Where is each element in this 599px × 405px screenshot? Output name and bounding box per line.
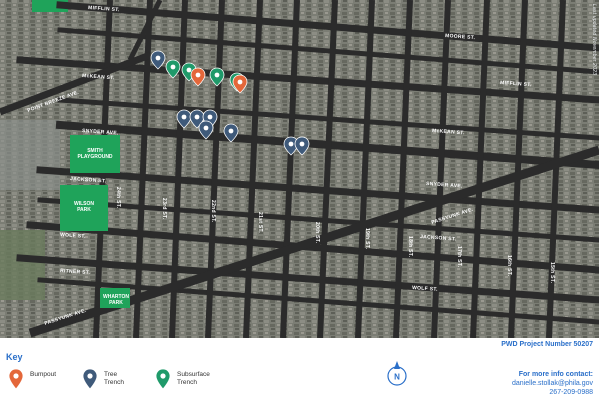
street-label: 16th ST. (506, 255, 512, 277)
street-label: 20th ST. (314, 222, 320, 244)
street-label: 21st ST. (257, 212, 263, 233)
street-label: 15th ST. (549, 262, 555, 284)
key-item-subsurface-trench: Subsurface Trench (155, 368, 210, 390)
compass-label: N (394, 373, 400, 382)
key-label-subsurface-trench: Subsurface Trench (177, 371, 210, 386)
last-updated-note: Last updated November 2023 (591, 4, 597, 76)
key-item-bumpout: Bumpout (8, 368, 56, 390)
contact-info: For more info contact: danielle.stollak@… (512, 370, 593, 397)
bumpout-pin-icon (8, 368, 24, 390)
contact-email[interactable]: danielle.stollak@phila.gov (512, 379, 593, 388)
tree-trench-pin-icon (82, 368, 98, 390)
park-label-wharton-2: PARK (109, 300, 123, 306)
project-number: PWD Project Number 50207 (501, 341, 593, 348)
key-label-tree-trench: Tree Trench (104, 371, 124, 386)
contact-heading: For more info contact: (518, 371, 593, 378)
north-arrow-icon: N (387, 361, 407, 386)
key-label-bumpout: Bumpout (30, 371, 57, 378)
street-label: 19th ST. (364, 228, 370, 250)
street-label: 17th ST. (456, 246, 462, 268)
park-label-smith-2: PLAYGROUND (77, 154, 112, 160)
park-label-wilson-2: PARK (77, 207, 91, 213)
street-label: 24th ST. (115, 187, 121, 209)
street-label: 22nd ST. (210, 200, 216, 223)
wooded-area (0, 230, 45, 300)
key-title: Key (6, 352, 23, 362)
street-label: 18th ST. (407, 236, 413, 258)
street-label: 23rd ST. (161, 198, 167, 220)
contact-phone[interactable]: 267-209-0988 (512, 388, 593, 397)
subsurface-trench-pin-icon (155, 368, 171, 390)
industrial-area (0, 120, 60, 190)
map-canvas: SMITH PLAYGROUND WILSON PARK WHARTON PAR… (0, 0, 599, 338)
aerial-map: SMITH PLAYGROUND WILSON PARK WHARTON PAR… (0, 0, 599, 338)
key-item-tree-trench: Tree Trench (82, 368, 124, 390)
